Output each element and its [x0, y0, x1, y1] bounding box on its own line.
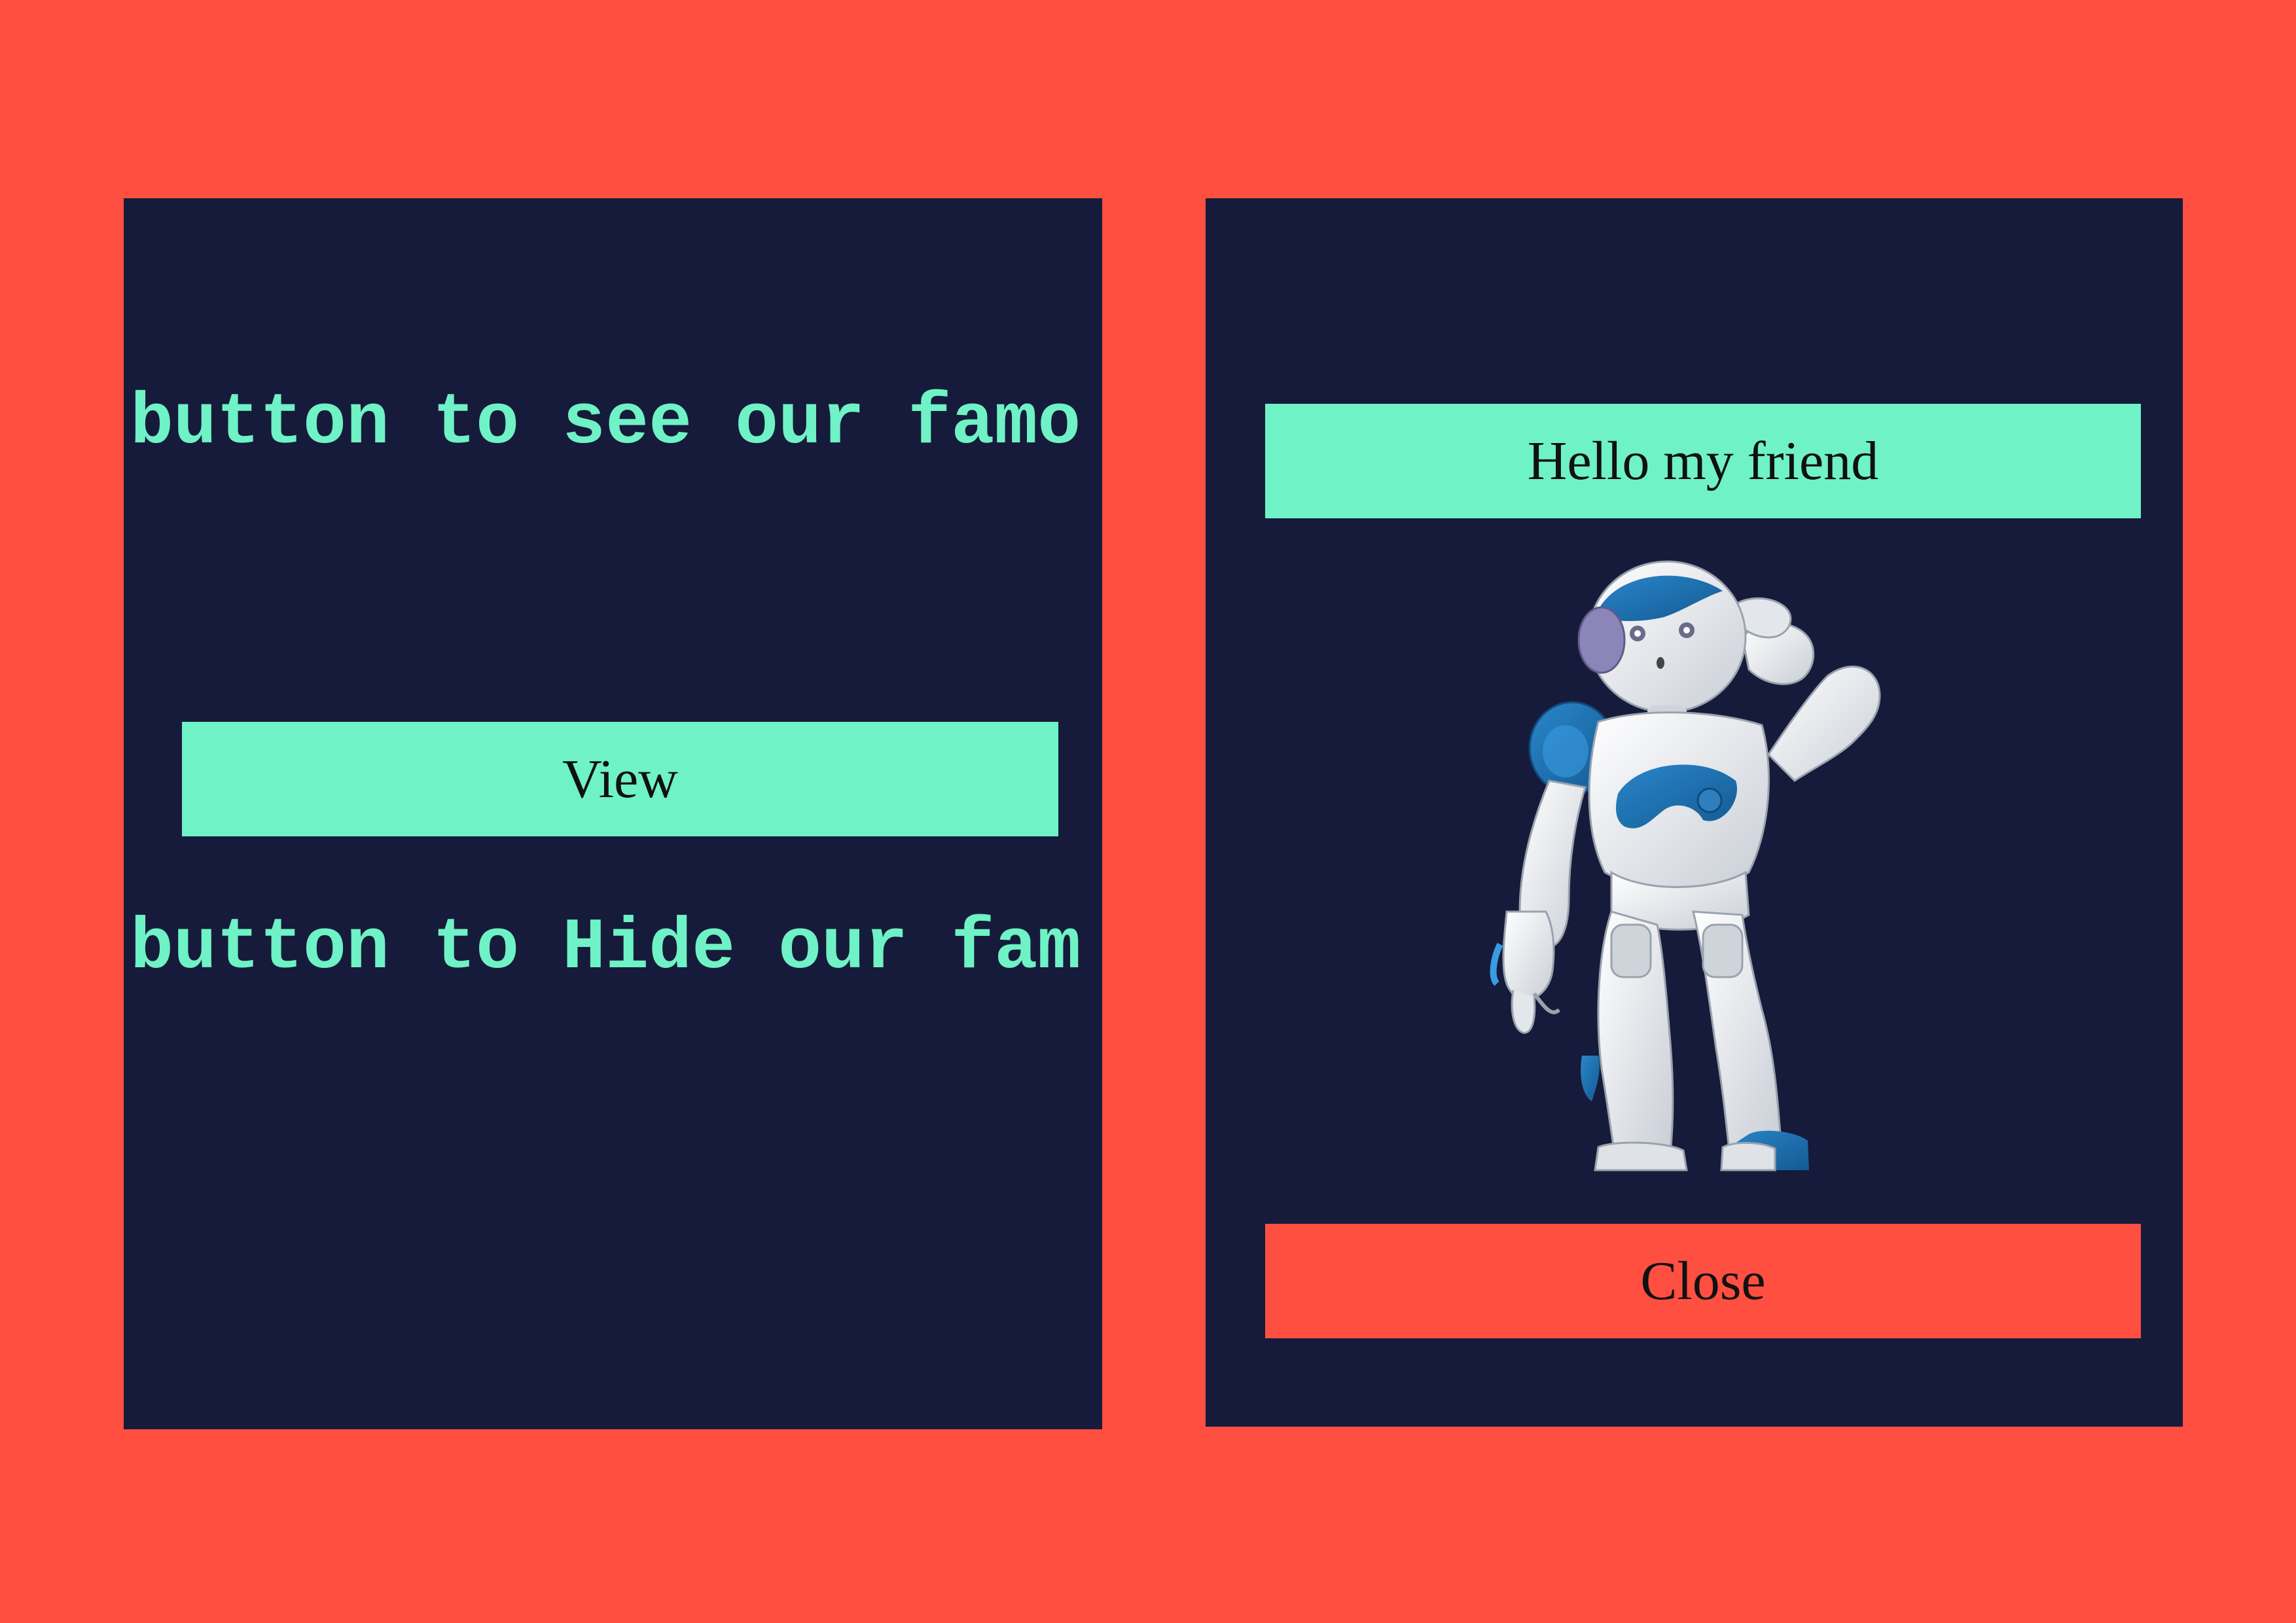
- close-button[interactable]: Close: [1265, 1224, 2141, 1338]
- marquee-text-show: button to see our famo: [130, 383, 1081, 465]
- greeting-banner: Hello my friend: [1265, 404, 2141, 518]
- left-panel: button to see our famo View button to Hi…: [124, 198, 1102, 1429]
- humanoid-robot-icon: [1490, 560, 1881, 1171]
- marquee-text-hide: button to Hide our fam: [130, 908, 1081, 990]
- right-panel: Hello my friend Close: [1206, 198, 2183, 1427]
- view-button[interactable]: View: [182, 722, 1058, 836]
